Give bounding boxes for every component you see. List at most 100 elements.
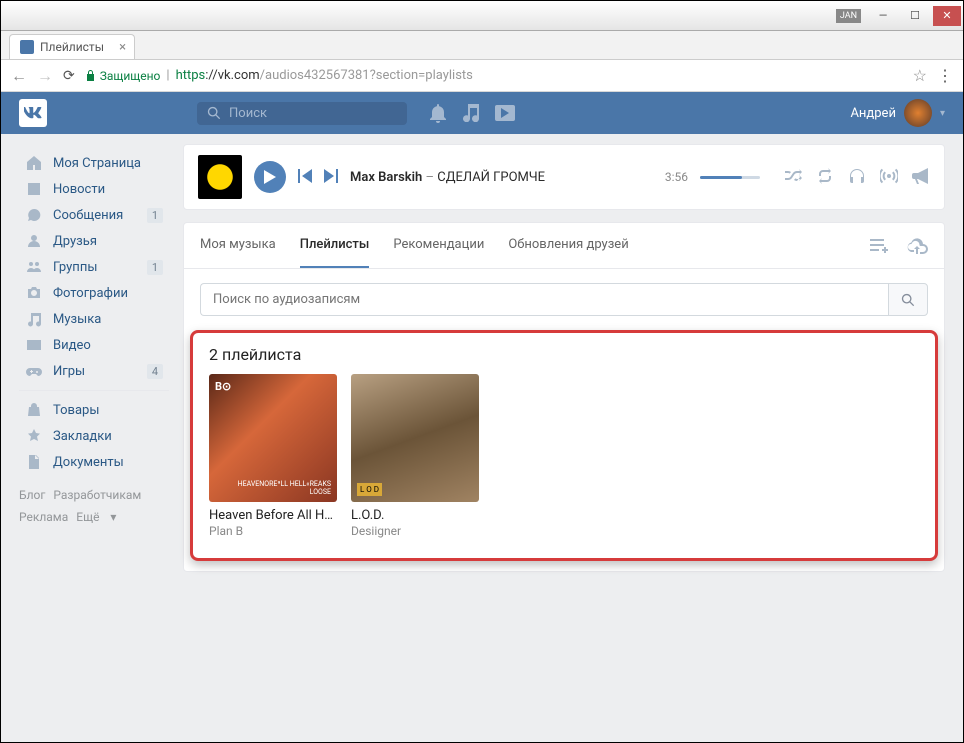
url-host: ://vk.com [205,68,259,83]
tab-friends-updates[interactable]: Обновления друзей [508,223,628,268]
tab-playlists[interactable]: Плейлисты [300,223,370,268]
bookmark-icon [25,428,43,444]
search-placeholder: Поиск [229,106,267,121]
vk-logo[interactable] [19,99,47,127]
playlists-grid: Heaven Before All Hell ... Plan B L.O.D.… [209,374,919,538]
sidebar-item-groups[interactable]: Группы1 [19,254,169,280]
header-icons [429,103,515,123]
sidebar-item-photos[interactable]: Фотографии [19,280,169,306]
play-box-icon[interactable] [495,105,515,121]
groups-icon [25,259,43,275]
browser-tabbar: Плейлисты × [1,31,963,60]
playlist-cover [209,374,337,502]
home-icon [25,155,43,171]
music-icon[interactable] [463,104,479,122]
sidebar-item-mypage[interactable]: Моя Страница [19,150,169,176]
music-panel: Моя музыка Плейлисты Рекомендации Обновл… [183,222,945,572]
photo-icon [25,285,43,301]
window-titlebar: JAN — ☐ ✕ [1,1,963,31]
sidebar-item-messages[interactable]: Сообщения1 [19,202,169,228]
audio-player: Max Barskih – СДЕЛАЙ ГРОМЧЕ 3:56 [183,144,945,210]
sidebar-item-docs[interactable]: Документы [19,449,169,475]
playlist-name: Heaven Before All Hell ... [209,508,337,523]
bookmark-star-icon[interactable]: ☆ [913,66,927,85]
browser-tab[interactable]: Плейлисты × [9,34,135,59]
jan-badge: JAN [836,9,861,23]
playlist-item[interactable]: Heaven Before All Hell ... Plan B [209,374,337,538]
next-button[interactable] [324,168,338,187]
minimize-button[interactable]: — [869,6,897,26]
track-artwork [198,155,242,199]
friends-icon [25,233,43,249]
user-menu[interactable]: Андрей ▾ [850,99,945,127]
add-playlist-icon[interactable] [870,237,890,253]
upload-cloud-icon[interactable] [906,237,928,255]
avatar [904,99,932,127]
volume-slider[interactable] [700,176,760,179]
shuffle-icon[interactable] [784,168,802,184]
games-icon [25,363,43,379]
docs-icon [25,454,43,470]
repeat-icon[interactable] [816,168,834,184]
sidebar-item-video[interactable]: Видео [19,332,169,358]
video-icon [25,337,43,353]
badge: 4 [147,364,163,379]
content: Max Barskih – СДЕЛАЙ ГРОМЧЕ 3:56 Моя муз… [183,144,945,572]
sidebar-item-market[interactable]: Товары [19,397,169,423]
playlist-cover [351,374,479,502]
search-row [184,269,944,330]
playlist-item[interactable]: L.O.D. Desiigner [351,374,479,538]
search-icon [207,106,221,120]
audio-search-input[interactable] [200,283,888,316]
url-field[interactable]: Защищено | https://vk.com/audios43256738… [85,68,903,83]
music-sb-icon [25,311,43,327]
player-controls [784,168,930,186]
tab-recommendations[interactable]: Рекомендации [393,223,484,268]
prev-button[interactable] [298,168,312,187]
address-bar: ← → ⟳ Защищено | https://vk.com/audios43… [1,60,963,92]
playlists-highlight: 2 плейлиста Heaven Before All Hell ... P… [190,330,938,561]
msg-icon [25,207,43,223]
forward-button[interactable]: → [37,66,53,86]
separator [19,390,169,391]
header-search[interactable]: Поиск [197,102,407,125]
sidebar: Моя Страница Новости Сообщения1 Друзья Г… [19,144,169,572]
close-button[interactable]: ✕ [933,6,961,26]
broadcast-icon[interactable] [880,168,898,184]
lock-icon [85,69,96,82]
url-scheme: https [176,68,206,83]
track-time: 3:56 [665,170,688,184]
tab-title: Плейлисты [40,40,104,54]
url-path: /audios432567381?section=playlists [260,68,473,83]
play-button[interactable] [254,161,286,193]
playlist-name: L.O.D. [351,508,479,523]
secure-badge: Защищено [85,69,161,83]
reload-button[interactable]: ⟳ [63,68,75,84]
foot-ads[interactable]: Реклама [19,510,68,524]
tab-my-music[interactable]: Моя музыка [200,223,276,268]
track-info: Max Barskih – СДЕЛАЙ ГРОМЧЕ [350,170,653,185]
back-button[interactable]: ← [11,66,27,86]
audio-search-button[interactable] [888,283,928,316]
badge: 1 [147,208,163,223]
bell-icon[interactable] [429,103,447,123]
sidebar-item-bookmarks[interactable]: Закладки [19,423,169,449]
foot-dev[interactable]: Разработчикам [53,488,141,502]
foot-more[interactable]: Ещё ▾ [76,510,116,524]
sidebar-item-music[interactable]: Музыка [19,306,169,332]
sidebar-item-news[interactable]: Новости [19,176,169,202]
sidebar-item-friends[interactable]: Друзья [19,228,169,254]
vk-header: Поиск Андрей ▾ [1,92,963,134]
news-icon [25,181,43,197]
playlists-title: 2 плейлиста [209,333,919,374]
playlist-artist: Plan B [209,524,337,538]
sidebar-item-games[interactable]: Игры4 [19,358,169,384]
maximize-button[interactable]: ☐ [901,6,929,26]
tab-close-icon[interactable]: × [119,40,126,55]
market-icon [25,402,43,418]
badge: 1 [147,260,163,275]
headphones-icon[interactable] [848,168,866,186]
megaphone-icon[interactable] [912,168,930,184]
foot-blog[interactable]: Блог [19,488,45,502]
browser-menu-icon[interactable]: ⋮ [937,66,953,85]
